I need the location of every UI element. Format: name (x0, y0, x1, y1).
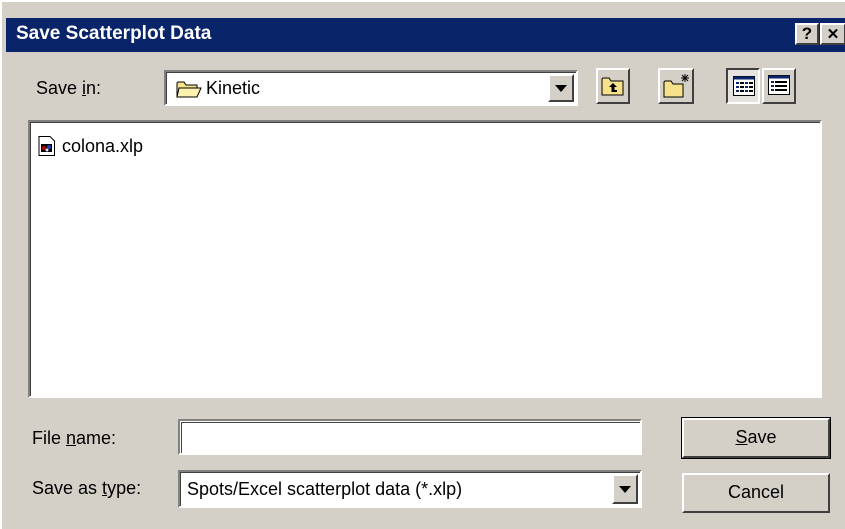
save-as-type-label: Save as type: (32, 478, 142, 498)
help-icon: ? (801, 24, 813, 43)
save-as-type-dropdown-button[interactable] (612, 474, 638, 504)
list-view-icon (733, 76, 755, 101)
create-new-folder-button[interactable] (658, 68, 694, 104)
save-dialog: Save Scatterplot Data ? ✕ Save in: Kinet… (0, 0, 845, 529)
save-as-type-dropdown[interactable]: Spots/Excel scatterplot data (*.xlp) (178, 470, 642, 508)
save-in-label: Save in: (36, 78, 102, 98)
close-button[interactable]: ✕ (820, 23, 845, 45)
help-button[interactable]: ? (795, 23, 819, 45)
save-button[interactable]: Save (681, 417, 831, 459)
cancel-label: Cancel (727, 482, 785, 502)
folder-icon (176, 79, 202, 99)
dialog-title: Save Scatterplot Data (16, 23, 212, 44)
list-view-button[interactable] (726, 68, 760, 104)
file-name-text: colona.xlp (62, 135, 144, 156)
chevron-down-icon (555, 85, 567, 92)
details-view-icon (768, 75, 790, 100)
title-bar[interactable]: Save Scatterplot Data ? ✕ (6, 18, 845, 52)
file-name-input-box[interactable] (178, 419, 642, 455)
new-folder-icon (663, 73, 691, 104)
file-name-label: File name: (32, 428, 117, 448)
save-as-type-value: Spots/Excel scatterplot data (*.xlp) (187, 479, 463, 499)
file-list[interactable]: colona.xlp (28, 120, 822, 398)
xlp-file-icon (38, 136, 56, 156)
save-in-dropdown[interactable]: Kinetic (164, 70, 578, 106)
file-name-input[interactable] (181, 422, 640, 453)
close-icon: ✕ (826, 26, 840, 43)
save-in-value: Kinetic (206, 78, 261, 98)
up-one-level-button[interactable] (596, 68, 630, 104)
chevron-down-icon (619, 486, 631, 493)
list-item[interactable]: colona.xlp (38, 135, 143, 157)
details-view-button[interactable] (762, 68, 796, 104)
cancel-button[interactable]: Cancel (682, 473, 830, 513)
up-one-level-icon (601, 75, 625, 102)
save-in-dropdown-button[interactable] (548, 74, 574, 102)
